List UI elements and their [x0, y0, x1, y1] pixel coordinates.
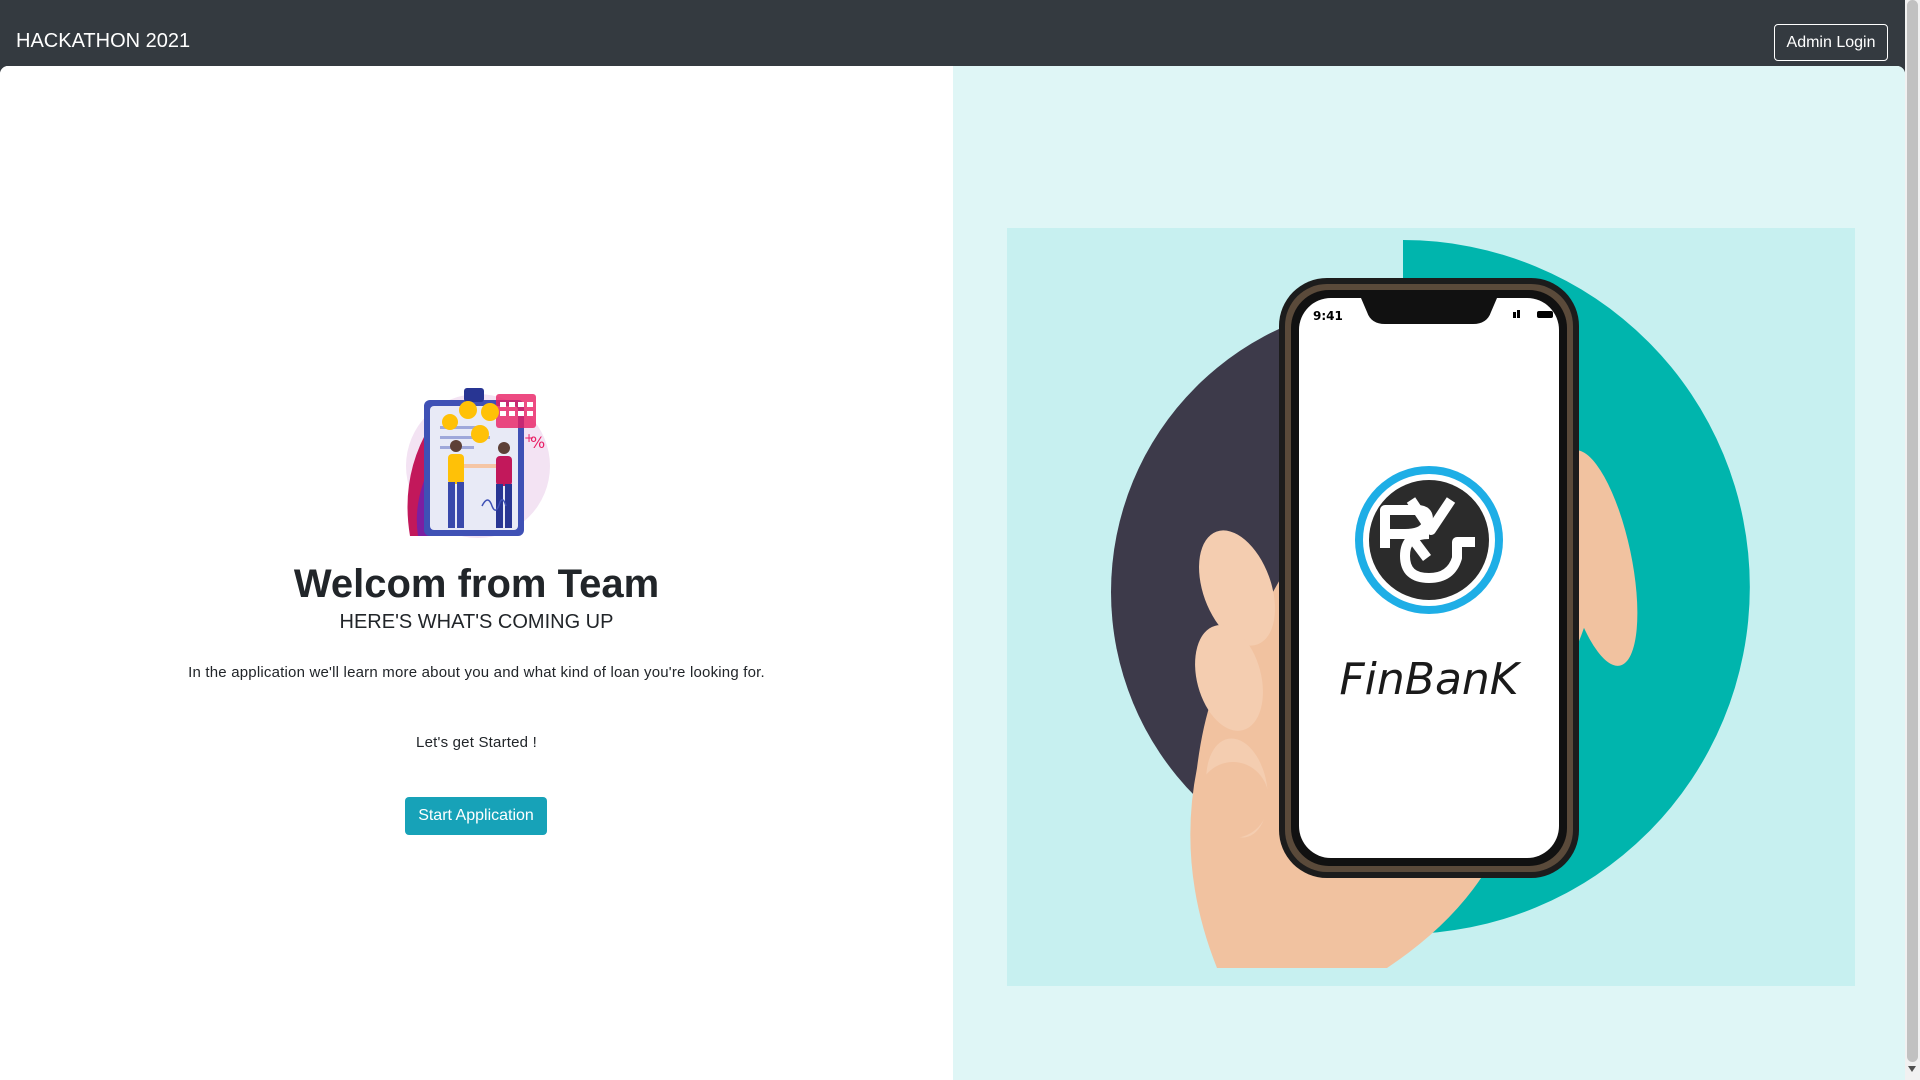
scrollbar-thumb[interactable] — [1907, 0, 1918, 1062]
page-scrollbar[interactable] — [1905, 0, 1920, 1080]
phone-time: 9:41 — [1313, 309, 1343, 323]
finbank-logo-text: FinBanK — [1339, 654, 1521, 705]
get-started-text: Let's get Started ! — [416, 734, 537, 751]
svg-text:+: + — [524, 431, 534, 445]
welcome-description: In the application we'll learn more abou… — [188, 664, 765, 681]
loan-agreement-illustration-icon: % + — [406, 388, 550, 538]
main-content: % + Welcom from Team HERE'S WHAT'S COMIN… — [0, 66, 1905, 1080]
welcome-panel: % + Welcom from Team HERE'S WHAT'S COMIN… — [0, 66, 953, 1080]
welcome-title: Welcom from Team — [293, 562, 660, 606]
hero-panel: 9:41 FinBanK — [953, 66, 1905, 1080]
scroll-down-arrow-icon[interactable] — [1908, 1066, 1916, 1072]
navbar-brand[interactable]: HACKATHON 2021 — [16, 30, 190, 53]
admin-login-button[interactable]: Admin Login — [1774, 24, 1888, 61]
phone-in-hand-icon: 9:41 FinBanK — [1007, 228, 1855, 986]
hero-image: 9:41 FinBanK — [1007, 228, 1855, 986]
start-application-button[interactable]: Start Application — [405, 797, 547, 835]
welcome-subtitle: HERE'S WHAT'S COMING UP — [339, 611, 614, 633]
top-navbar: HACKATHON 2021 Admin Login — [0, 0, 1905, 66]
